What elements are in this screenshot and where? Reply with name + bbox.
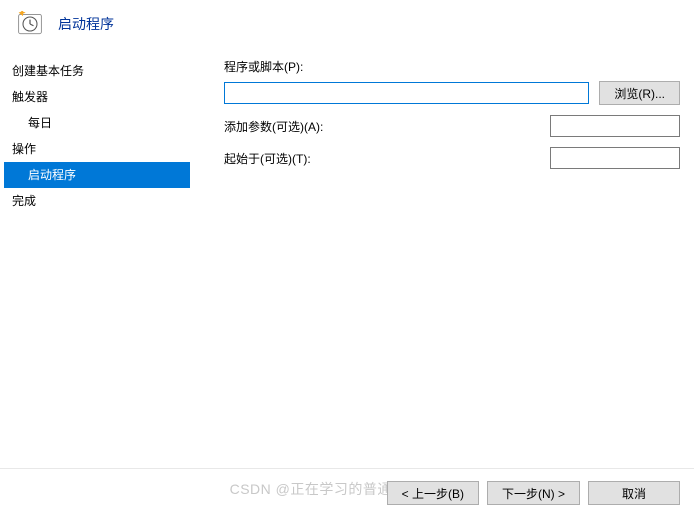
footer: < 上一步(B) 下一步(N) > 取消: [387, 481, 680, 505]
args-row: 添加参数(可选)(A):: [224, 115, 680, 137]
separator: [0, 468, 694, 469]
sidebar: 创建基本任务 触发器 每日 操作 启动程序 完成: [4, 56, 190, 214]
startin-label: 起始于(可选)(T):: [224, 150, 342, 167]
sidebar-item-trigger[interactable]: 触发器: [4, 84, 190, 110]
sidebar-item-start-program[interactable]: 启动程序: [4, 162, 190, 188]
args-label: 添加参数(可选)(A):: [224, 118, 342, 135]
startin-input[interactable]: [550, 147, 680, 169]
clock-program-icon: [16, 10, 44, 38]
program-input[interactable]: [224, 82, 589, 104]
cancel-button[interactable]: 取消: [588, 481, 680, 505]
program-label: 程序或脚本(P):: [224, 58, 680, 75]
next-button[interactable]: 下一步(N) >: [487, 481, 580, 505]
browse-button[interactable]: 浏览(R)...: [599, 81, 680, 105]
main-panel: 程序或脚本(P): 浏览(R)... 添加参数(可选)(A): 起始于(可选)(…: [190, 56, 690, 214]
page-title: 启动程序: [58, 14, 114, 34]
program-row: 程序或脚本(P): 浏览(R)...: [224, 58, 680, 105]
args-input[interactable]: [550, 115, 680, 137]
startin-row: 起始于(可选)(T):: [224, 147, 680, 169]
sidebar-item-action[interactable]: 操作: [4, 136, 190, 162]
header: 启动程序: [0, 0, 694, 56]
sidebar-item-finish[interactable]: 完成: [4, 188, 190, 214]
sidebar-item-daily[interactable]: 每日: [4, 110, 190, 136]
sidebar-item-create-task[interactable]: 创建基本任务: [4, 58, 190, 84]
back-button[interactable]: < 上一步(B): [387, 481, 479, 505]
page-content: 创建基本任务 触发器 每日 操作 启动程序 完成 程序或脚本(P): 浏览(R)…: [0, 56, 694, 214]
